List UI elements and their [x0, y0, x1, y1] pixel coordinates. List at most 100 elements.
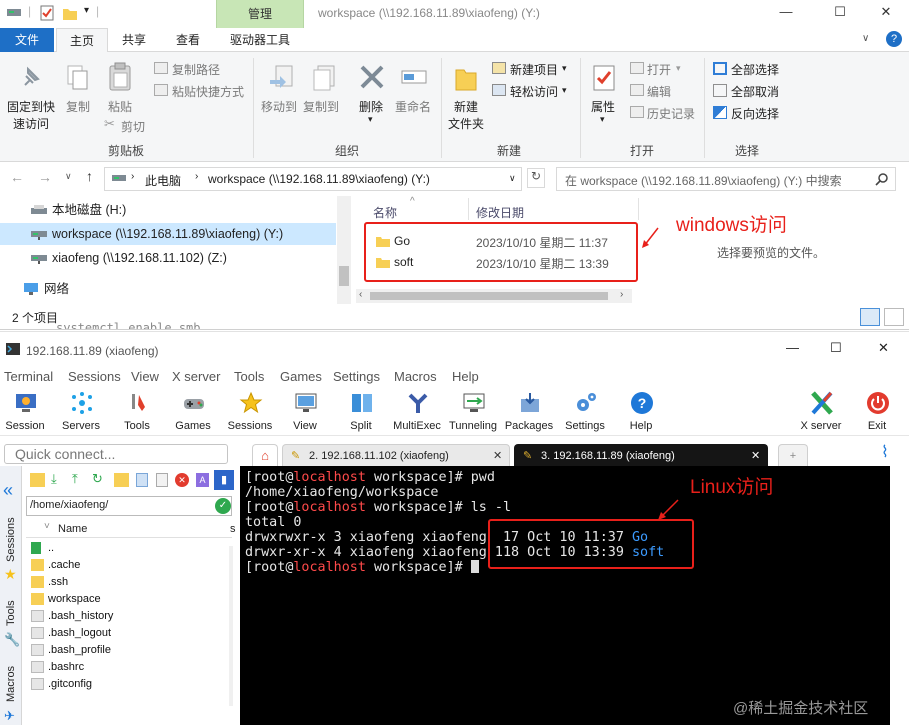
address-dropdown-icon[interactable]: ∨	[509, 173, 516, 184]
up-arrow-icon[interactable]: ↑	[86, 168, 93, 184]
menu-view[interactable]: View	[131, 369, 159, 384]
side-tab-tools[interactable]: Tools	[5, 600, 17, 626]
attach-icon[interactable]: ⌇	[881, 442, 889, 462]
breadcrumb-this-pc[interactable]: 此电脑	[145, 172, 181, 189]
scroll-left-icon[interactable]: ‹	[359, 289, 362, 300]
sftp-rename-icon[interactable]: A	[196, 473, 209, 487]
sftp-list-item[interactable]: .bash_logout	[31, 625, 111, 642]
sftp-parent-folder-icon[interactable]	[30, 473, 45, 487]
back-arrow-icon[interactable]: ←	[10, 169, 24, 185]
menu-macros[interactable]: Macros	[394, 369, 437, 384]
large-icons-view-icon[interactable]	[884, 308, 904, 326]
sftp-list-item[interactable]: workspace	[31, 591, 101, 608]
properties-dropdown-icon[interactable]: ▾	[600, 114, 605, 125]
tab-view[interactable]: 查看	[160, 28, 216, 52]
column-header-modified[interactable]: 修改日期	[476, 204, 524, 221]
ribbon-collapse-icon[interactable]: ∨	[862, 33, 869, 44]
menu-terminal[interactable]: Terminal	[4, 369, 53, 384]
toolbar-session-button[interactable]: Session	[0, 388, 50, 436]
search-input[interactable]: 在 workspace (\\192.168.11.89\xiaofeng) (…	[556, 167, 896, 191]
sftp-new-folder-icon[interactable]	[114, 473, 129, 487]
menu-x-server[interactable]: X server	[172, 369, 220, 384]
new-folder-qa-icon[interactable]	[62, 5, 78, 21]
sftp-list-item[interactable]: .ssh	[31, 574, 68, 591]
sftp-delete-icon[interactable]: ✕	[175, 473, 189, 487]
tab-drive-tools[interactable]: 驱动器工具	[216, 28, 304, 52]
tab-session-2[interactable]: ✎ 2. 192.168.11.102 (xiaofeng) ✕	[282, 444, 510, 466]
sftp-list-item[interactable]: .bash_history	[31, 608, 113, 625]
toolbar-packages-button[interactable]: Packages	[504, 388, 554, 436]
delete-dropdown-icon[interactable]: ▾	[368, 114, 373, 125]
column-divider[interactable]	[638, 198, 639, 220]
column-divider[interactable]	[468, 198, 469, 220]
nav-item-workspace-y[interactable]: workspace (\\192.168.11.89\xiaofeng) (Y:…	[0, 223, 336, 245]
hscrollbar-thumb[interactable]	[370, 292, 608, 300]
toolbar-help-button[interactable]: ? Help	[616, 388, 666, 436]
toolbar-tunneling-button[interactable]: Tunneling	[448, 388, 498, 436]
new-tab-button[interactable]: +	[778, 444, 808, 466]
tab-close-icon[interactable]: ✕	[751, 445, 760, 467]
recent-dropdown-icon[interactable]: ∨	[65, 171, 72, 182]
nav-scrollbar[interactable]	[337, 196, 351, 304]
sftp-list-item[interactable]: .cache	[31, 557, 80, 574]
sftp-file-icon[interactable]	[156, 473, 168, 487]
toolbar-settings-button[interactable]: Settings	[560, 388, 610, 436]
quick-connect-input[interactable]: Quick connect...	[4, 444, 228, 464]
details-view-icon[interactable]	[860, 308, 880, 326]
sftp-list-item[interactable]: .bash_profile	[31, 642, 111, 659]
scroll-right-icon[interactable]: ›	[620, 289, 623, 300]
toolbar-servers-button[interactable]: Servers	[56, 388, 106, 436]
column-header-name[interactable]: 名称	[373, 204, 397, 221]
nav-item-xiaofeng-z[interactable]: xiaofeng (\\192.168.11.102) (Z:)	[0, 247, 336, 269]
moba-minimize-button[interactable]: —	[786, 340, 799, 355]
side-tab-sessions[interactable]: Sessions	[5, 517, 17, 562]
menu-games[interactable]: Games	[280, 369, 322, 384]
content-hscrollbar[interactable]: ‹ ›	[356, 289, 632, 303]
sftp-follow-terminal-icon[interactable]: ▮	[214, 470, 234, 490]
menu-help[interactable]: Help	[452, 369, 479, 384]
manage-context-tab[interactable]: 管理	[216, 0, 304, 28]
tab-close-icon[interactable]: ✕	[493, 445, 502, 467]
properties-qa-icon[interactable]	[40, 5, 54, 21]
toolbar-sessions-button[interactable]: Sessions	[225, 388, 275, 436]
tab-home[interactable]: 主页	[56, 28, 108, 52]
moba-maximize-button[interactable]: ☐	[830, 340, 842, 356]
nav-item-network[interactable]: 网络	[0, 278, 336, 300]
side-tab-macros[interactable]: Macros	[5, 666, 17, 702]
sftp-path-ok-icon[interactable]: ✓	[215, 498, 231, 514]
home-tab[interactable]: ⌂	[252, 444, 278, 466]
terminal-output[interactable]: [root@localhost workspace]# pwd /home/xi…	[240, 466, 890, 725]
sftp-list-item[interactable]: .bashrc	[31, 659, 84, 676]
tab-share[interactable]: 共享	[108, 28, 160, 52]
toolbar-split-button[interactable]: Split	[336, 388, 386, 436]
qa-dropdown-icon[interactable]: ▾	[84, 5, 89, 16]
nav-scrollbar-thumb[interactable]	[339, 266, 349, 286]
toolbar-x-server-button[interactable]: X server	[796, 388, 846, 436]
breadcrumb-current[interactable]: workspace (\\192.168.11.89\xiaofeng) (Y:…	[208, 172, 430, 186]
minimize-button[interactable]: —	[776, 4, 796, 22]
sftp-path-input[interactable]: /home/xiaofeng/ ✓	[26, 496, 232, 516]
menu-settings[interactable]: Settings	[333, 369, 380, 384]
address-bar[interactable]: › 此电脑 › workspace (\\192.168.11.89\xiaof…	[104, 167, 522, 191]
tab-session-3[interactable]: ✎ 3. 192.168.11.89 (xiaofeng) ✕	[514, 444, 768, 466]
menu-tools[interactable]: Tools	[234, 369, 264, 384]
collapse-sidebar-icon[interactable]: «	[3, 480, 13, 501]
sftp-list-item[interactable]: ..	[31, 540, 54, 557]
moba-close-button[interactable]: ✕	[878, 340, 889, 356]
toolbar-multiexec-button[interactable]: MultiExec	[392, 388, 442, 436]
toolbar-view-button[interactable]: View	[280, 388, 330, 436]
help-icon[interactable]: ?	[886, 31, 902, 47]
sftp-column-header[interactable]: ˅ Name s	[26, 520, 236, 538]
tab-file[interactable]: 文件	[0, 28, 54, 52]
menu-sessions[interactable]: Sessions	[68, 369, 121, 384]
nav-item-local-disk-h[interactable]: 本地磁盘 (H:)	[0, 199, 336, 221]
sftp-upload-icon[interactable]: ⤒	[72, 471, 78, 487]
sftp-list-item[interactable]: .gitconfig	[31, 676, 92, 693]
maximize-button[interactable]: ☐	[830, 4, 850, 22]
sftp-download-icon[interactable]: ⤓	[51, 471, 57, 487]
close-button[interactable]: ✕	[876, 4, 896, 22]
refresh-icon[interactable]: ↻	[527, 168, 545, 188]
sftp-refresh-icon[interactable]: ↻	[92, 471, 103, 487]
forward-arrow-icon[interactable]: →	[38, 169, 52, 185]
toolbar-tools-button[interactable]: Tools	[112, 388, 162, 436]
